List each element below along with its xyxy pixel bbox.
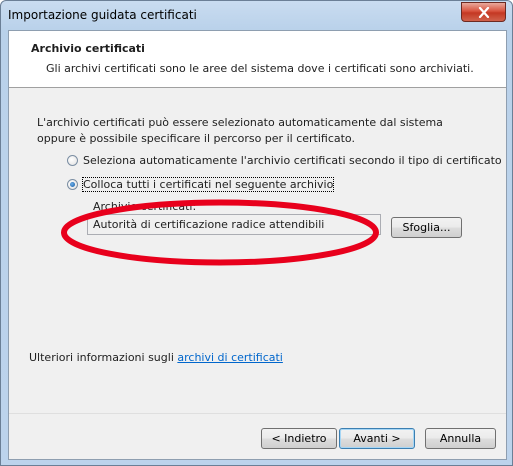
radio-place-all-label[interactable]: Colloca tutti i certificati nel seguente…	[81, 177, 335, 192]
more-info: Ulteriori informazioni sugli archivi di …	[29, 351, 283, 364]
back-button-label: < Indietro	[271, 432, 327, 445]
radio-place-all[interactable]: Colloca tutti i certificati nel seguente…	[67, 177, 335, 192]
window-title: Importazione guidata certificati	[8, 8, 197, 22]
wizard-body: Archivio certificati Gli archivi certifi…	[8, 30, 507, 460]
store-info-link[interactable]: archivi di certificati	[177, 351, 283, 364]
browse-button[interactable]: Sfoglia...	[391, 217, 462, 238]
page-description: Gli archivi certificati sono le aree del…	[46, 62, 474, 75]
radio-auto-select-label[interactable]: Seleziona automaticamente l'archivio cer…	[83, 154, 502, 167]
radio-auto-select-button[interactable]	[67, 155, 78, 166]
intro-text: L'archivio certificati può essere selezi…	[37, 116, 443, 145]
more-info-prefix: Ulteriori informazioni sugli	[29, 351, 178, 364]
browse-button-label: Sfoglia...	[402, 221, 451, 234]
close-button[interactable]	[461, 2, 506, 22]
wizard-window: Importazione guidata certificati Archivi…	[0, 0, 513, 466]
radio-auto-select[interactable]: Seleziona automaticamente l'archivio cer…	[67, 154, 502, 167]
next-button[interactable]: Avanti >	[339, 428, 415, 449]
store-field: Autorità di certificazione radice attend…	[87, 214, 381, 235]
next-button-label: Avanti >	[353, 432, 401, 445]
title-bar[interactable]: Importazione guidata certificati	[1, 1, 512, 29]
header-panel: Archivio certificati Gli archivi certifi…	[9, 31, 506, 88]
cancel-button-label: Annulla	[439, 432, 482, 445]
radio-place-all-button[interactable]	[67, 179, 78, 190]
store-label: Archivio certificati:	[93, 200, 197, 213]
page-title: Archivio certificati	[31, 42, 145, 55]
cancel-button[interactable]: Annulla	[425, 428, 496, 449]
close-icon	[478, 6, 489, 18]
footer-separator	[9, 413, 506, 414]
back-button[interactable]: < Indietro	[261, 428, 337, 449]
